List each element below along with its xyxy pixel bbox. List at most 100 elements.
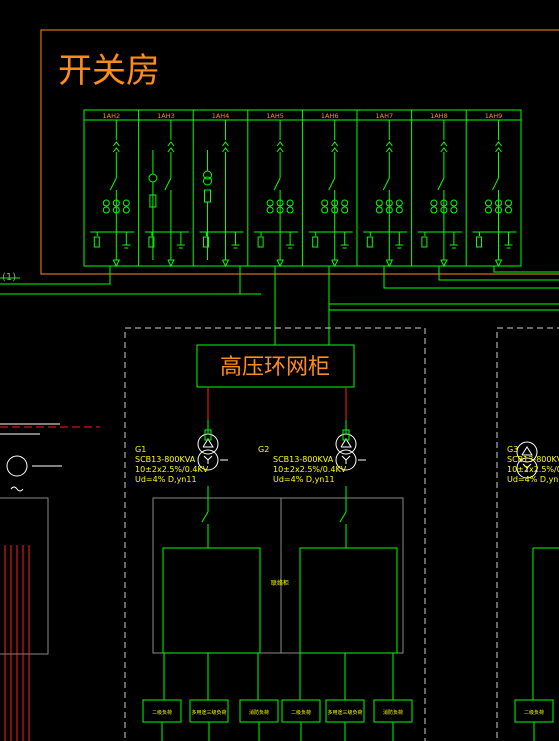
panel-label: 1AH3 bbox=[157, 112, 175, 120]
breaker-icon bbox=[328, 177, 336, 191]
disconnect-icon bbox=[331, 141, 339, 147]
pt-icon bbox=[203, 176, 212, 186]
ct-icon bbox=[485, 199, 492, 207]
panel-label: 1AH9 bbox=[485, 112, 503, 120]
transformer-id: G1 bbox=[135, 445, 146, 454]
load-box-label: 多用途三级负荷 bbox=[191, 709, 226, 716]
disconnect-icon bbox=[385, 141, 393, 147]
panel-label: 1AH5 bbox=[266, 112, 284, 120]
outgoing-arrow-icon bbox=[276, 259, 284, 268]
panel-label: 1AH8 bbox=[430, 112, 448, 120]
ct-icon bbox=[286, 199, 294, 207]
load-box-label: 多用途三级负荷 bbox=[327, 709, 362, 716]
ct-icon bbox=[450, 206, 458, 214]
load-box-label: 消防负荷 bbox=[383, 709, 403, 716]
disconnect-icon bbox=[385, 147, 393, 153]
switchgear-lineup: 1AH2 1AH3 1AH4 1AH5 1AH6 1AH7 1AH8 1AH9 bbox=[83, 109, 522, 268]
transformer-impedance: Ud=4% D,yn11 bbox=[135, 475, 197, 484]
transformer-symbols bbox=[197, 420, 538, 479]
load-box-label: 二级负荷 bbox=[152, 709, 172, 716]
disconnect-icon bbox=[331, 147, 339, 153]
outgoing-arrow-icon bbox=[385, 259, 394, 268]
ct-icon bbox=[341, 199, 349, 207]
disconnect-icon bbox=[276, 141, 284, 147]
ring-main-unit-label: 高压环网柜 bbox=[220, 355, 330, 380]
ct-icon bbox=[321, 199, 329, 207]
load-boxes: 二级负荷 多用途三级负荷 消防负荷 二级负荷 多用途三级负荷 消防负荷 二级负荷 bbox=[142, 699, 554, 741]
transformer-icon bbox=[197, 433, 219, 455]
outgoing-arrow-icon bbox=[112, 259, 121, 268]
transformer-model: SCB13-800KVA bbox=[507, 455, 559, 464]
transformer-model: SCB13-800KVA bbox=[273, 455, 334, 464]
ct-icon bbox=[430, 199, 438, 207]
transformer-icon bbox=[335, 433, 357, 455]
ct-icon bbox=[375, 206, 383, 214]
single-line-diagram: 开关房 1AH2 1AH3 1AH4 1AH5 1AH6 1AH7 1AH8 1AH9 (1)… bbox=[0, 29, 559, 741]
ct-icon bbox=[485, 206, 492, 214]
panel-label: 1AH6 bbox=[321, 112, 339, 120]
feeder-cables bbox=[0, 266, 559, 345]
transformer-ratio: 10±2x2.5%/0.4KV bbox=[135, 465, 209, 474]
ct-icon bbox=[505, 199, 512, 207]
ct-icon bbox=[266, 206, 274, 214]
transformer-ratio: 10±2x2.5%/0.4KV bbox=[507, 465, 559, 474]
incoming-cable bbox=[0, 266, 111, 285]
ct-icon bbox=[122, 206, 130, 214]
delta-winding-icon bbox=[521, 446, 533, 456]
outgoing-arrow-icon bbox=[331, 259, 339, 268]
ct-icon bbox=[122, 199, 130, 207]
transformer-model: SCB13-800KVA bbox=[135, 455, 196, 464]
ct-icon bbox=[450, 199, 458, 207]
breaker-icon bbox=[382, 177, 390, 191]
disconnect-icon bbox=[222, 147, 229, 153]
transformer-g3-text: G3 SCB13-800KVA 10±2x2.5%/0.4KV Ud=4% D,… bbox=[507, 445, 559, 484]
breaker-icon bbox=[109, 177, 117, 191]
meter-icon bbox=[148, 173, 158, 183]
ct-icon bbox=[430, 206, 438, 214]
tie-cabinet-label: 联络柜 bbox=[271, 579, 289, 587]
incoming-label: (1) bbox=[2, 272, 16, 283]
transformer-impedance: Ud=4% D,yn11 bbox=[507, 475, 559, 484]
transformer-impedance: Ud=4% D,yn11 bbox=[273, 475, 335, 484]
arrester-icon bbox=[421, 236, 428, 248]
lv-circuits bbox=[162, 486, 559, 700]
ct-icon bbox=[395, 206, 403, 214]
disconnect-icon bbox=[167, 141, 175, 147]
disconnect-icon bbox=[495, 147, 502, 153]
ct-icon bbox=[286, 206, 294, 214]
transformer-ratio: 10±2x2.5%/0.4KV bbox=[273, 465, 347, 474]
disconnect-icon bbox=[495, 141, 502, 147]
disconnect-icon bbox=[440, 147, 448, 153]
transformer-id: G3 bbox=[507, 445, 518, 454]
arrester-icon bbox=[366, 236, 373, 248]
arrester-icon bbox=[93, 236, 100, 248]
outgoing-arrow-icon bbox=[495, 259, 503, 268]
ct-icon bbox=[341, 206, 349, 214]
arrester-icon bbox=[312, 236, 319, 248]
outgoing-arrow-icon bbox=[222, 259, 230, 268]
arrester-icon bbox=[476, 236, 482, 248]
transformer-g2-text: G2 SCB13-800KVA 10±2x2.5%/0.4KV Ud=4% D,… bbox=[258, 445, 347, 484]
ct-icon bbox=[375, 199, 383, 207]
transformer-id: G2 bbox=[258, 445, 269, 454]
disconnect-icon bbox=[222, 141, 229, 147]
fuse-icon bbox=[204, 189, 211, 203]
panel-label: 1AH4 bbox=[212, 112, 230, 120]
panel-label: 1AH2 bbox=[102, 112, 120, 120]
ct-icon bbox=[102, 199, 110, 207]
ct-icon bbox=[102, 206, 110, 214]
load-box-label: 二级负荷 bbox=[291, 709, 311, 716]
arrester-icon bbox=[257, 236, 264, 248]
cable-1ah9 bbox=[493, 266, 559, 273]
disconnect-icon bbox=[440, 141, 448, 147]
outgoing-arrow-icon bbox=[440, 259, 448, 268]
ct-icon bbox=[321, 206, 329, 214]
breaker-icon bbox=[164, 177, 172, 191]
breaker-icon bbox=[492, 177, 499, 191]
load-box-label: 消防负荷 bbox=[249, 709, 269, 716]
lv-switchboard-outline bbox=[152, 497, 404, 654]
ct-icon bbox=[266, 199, 274, 207]
disconnect-icon bbox=[112, 147, 120, 153]
room-title: 开关房 bbox=[58, 51, 160, 91]
substation-enclosure bbox=[124, 327, 426, 741]
